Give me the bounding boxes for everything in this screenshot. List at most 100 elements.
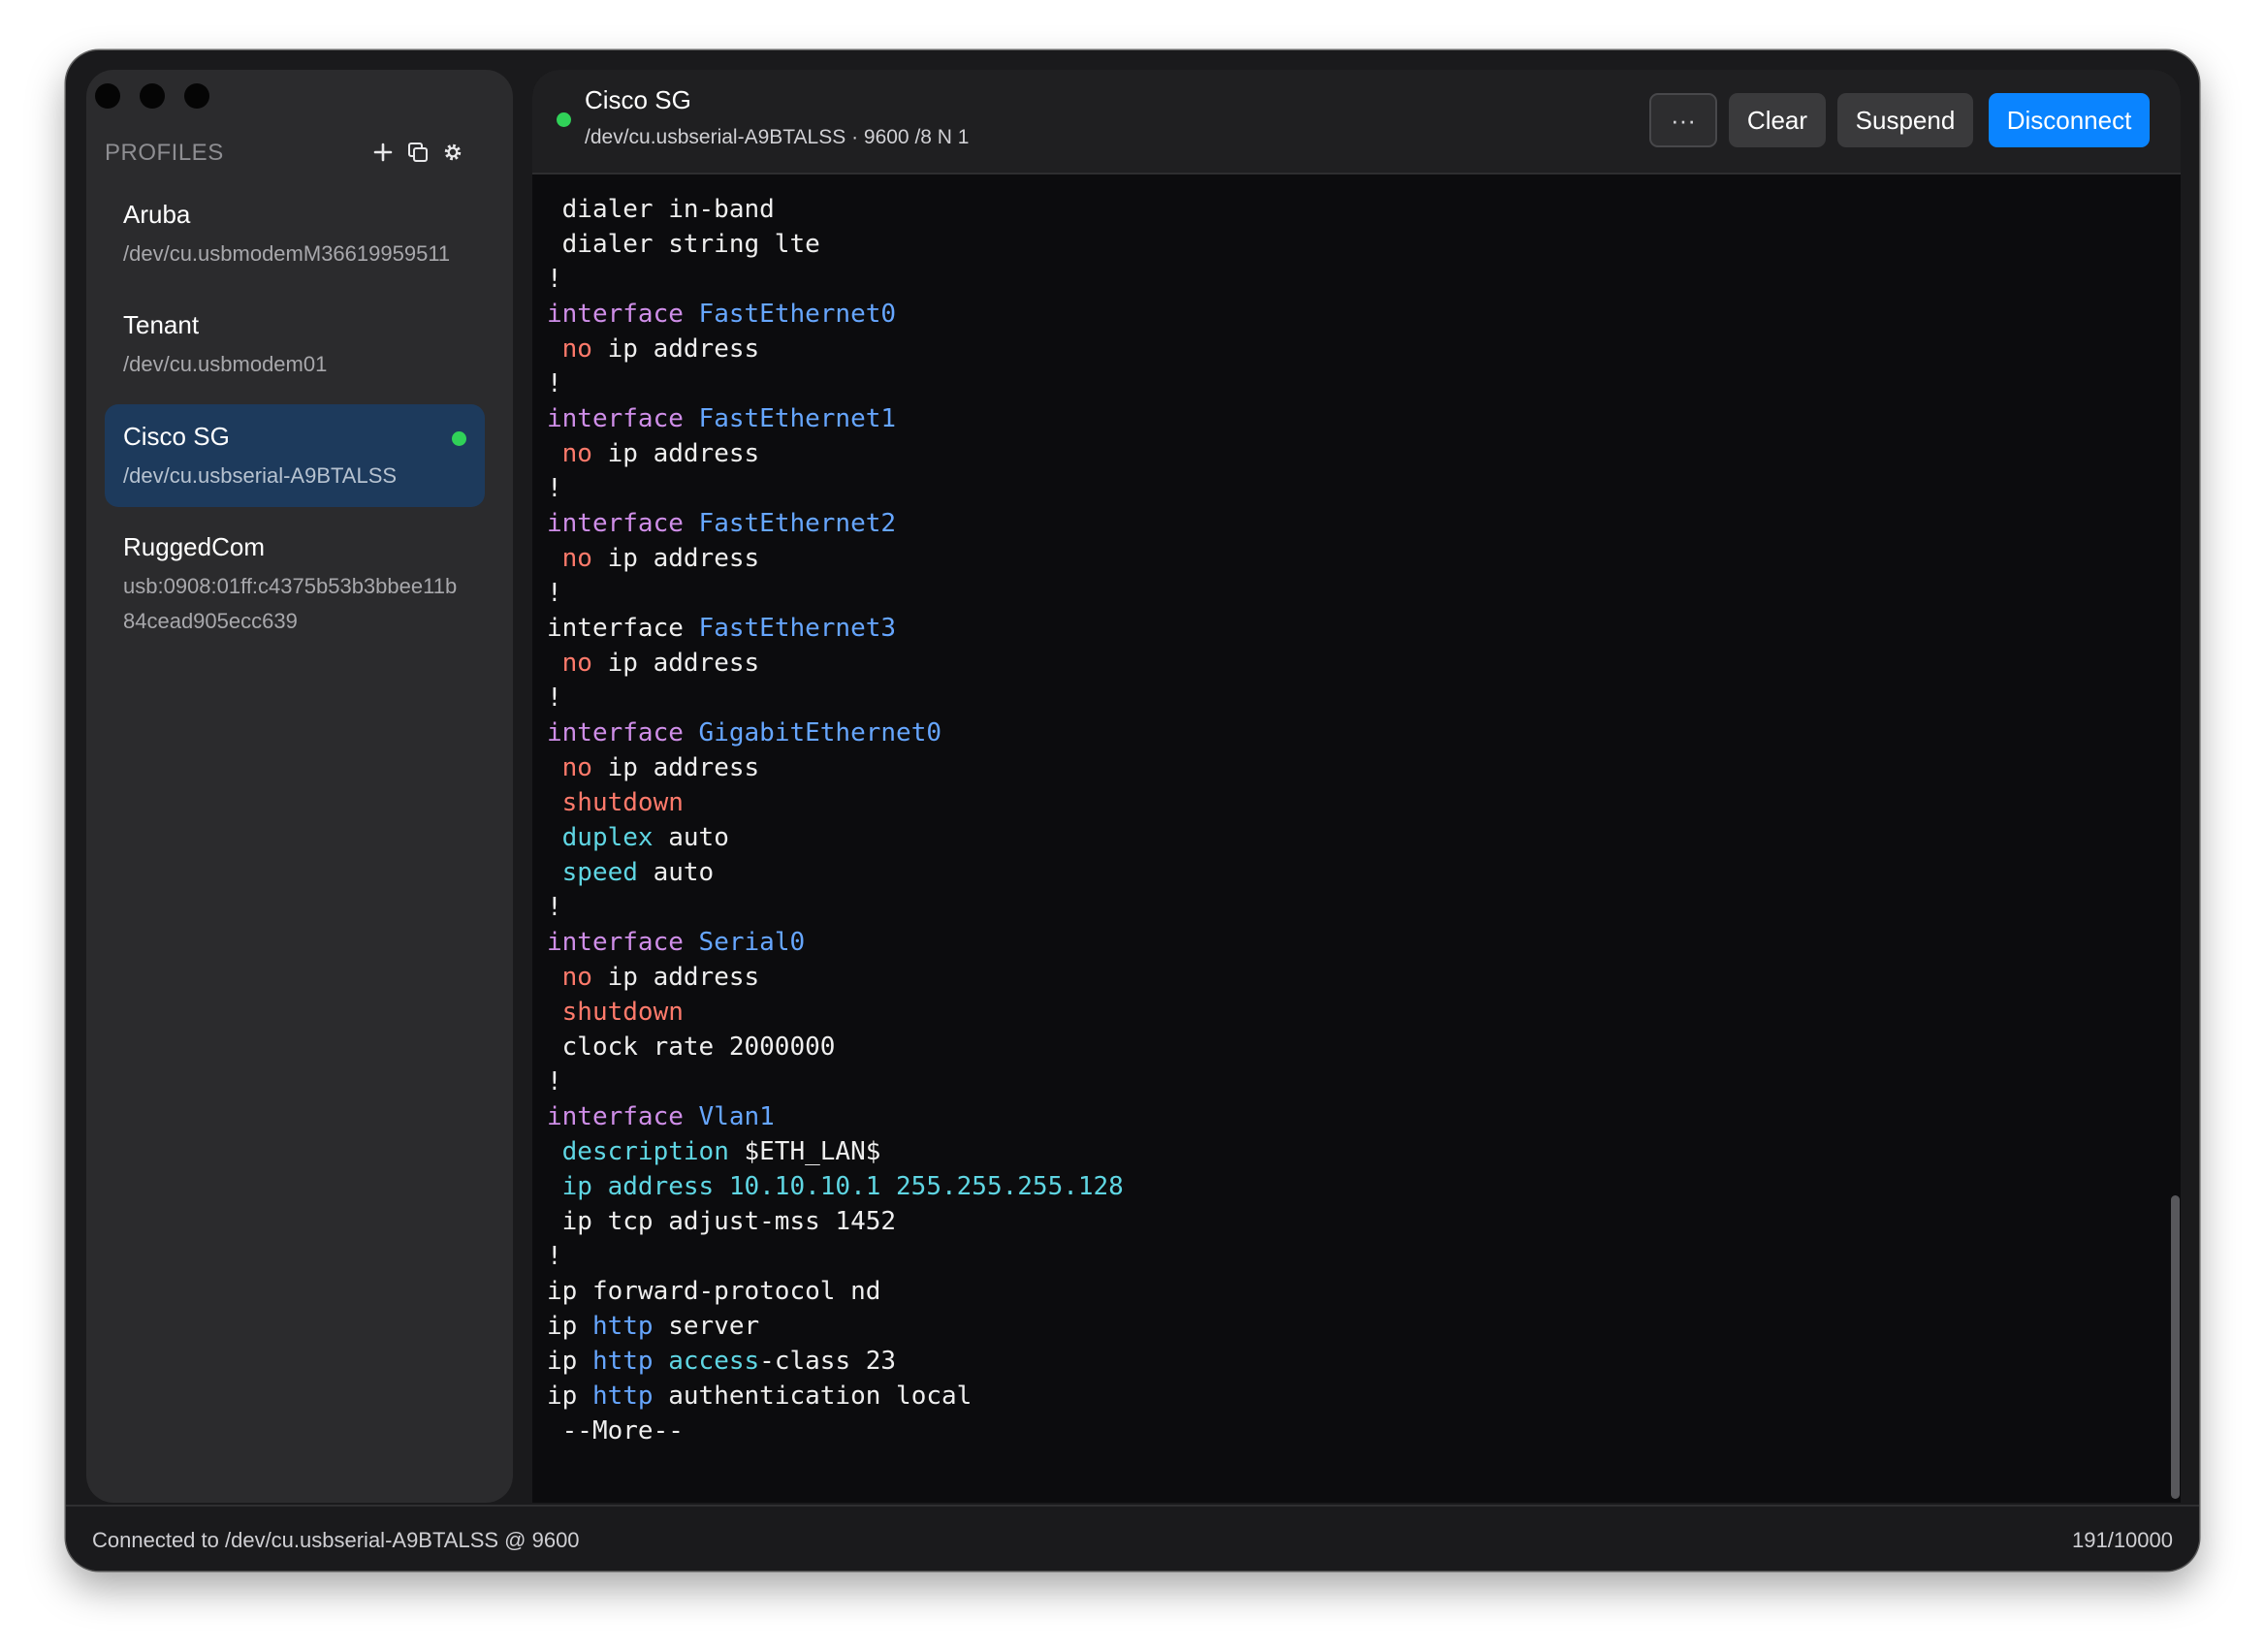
profiles-sidebar: PROFILES Aruba /dev/cu.usbmodemM36619959…	[86, 70, 513, 1503]
terminal-token: !	[547, 369, 562, 398]
terminal-token: ip address	[591, 544, 760, 573]
terminal-token: ip tcp adjust-mss 1452	[547, 1207, 897, 1236]
terminal-token: FastEthernet1	[698, 404, 897, 433]
terminal-line: !	[547, 471, 2156, 506]
terminal-line: interface FastEthernet2	[547, 506, 2156, 541]
terminal-token: Vlan1	[698, 1102, 775, 1131]
close-window-button[interactable]	[95, 83, 120, 109]
terminal-line: speed auto	[547, 855, 2156, 890]
terminal-token: shutdown	[561, 788, 684, 817]
terminal-line: interface FastEthernet1	[547, 401, 2156, 436]
terminal-token: FastEthernet0	[698, 300, 897, 329]
terminal-line: ip http authentication local	[547, 1379, 2156, 1414]
terminal-line: !	[547, 1239, 2156, 1274]
profile-item-tenant[interactable]: Tenant /dev/cu.usbmodem01	[105, 293, 485, 390]
terminal-token: interface	[547, 300, 684, 329]
buffer-line-count: 191/10000	[2072, 1528, 2173, 1552]
terminal-token: no	[561, 544, 592, 573]
terminal-token: interface	[547, 509, 684, 538]
zoom-window-button[interactable]	[184, 83, 209, 109]
profile-name: Cisco SG	[123, 422, 230, 451]
terminal-token: !	[547, 893, 562, 922]
terminal-scrollbar[interactable]	[2171, 1195, 2180, 1499]
connection-status-text: Connected to /dev/cu.usbserial-A9BTALSS …	[92, 1528, 580, 1552]
terminal-token: http	[591, 1382, 654, 1411]
terminal-line: duplex auto	[547, 820, 2156, 855]
profile-path: /dev/cu.usbserial-A9BTALSS	[123, 463, 398, 488]
clear-button[interactable]: Clear	[1729, 93, 1826, 147]
terminal-line: clock rate 2000000	[547, 1030, 2156, 1064]
terminal-token: dialer string lte	[547, 230, 820, 259]
terminal-token: http	[591, 1312, 654, 1341]
plus-icon[interactable]	[367, 136, 399, 169]
profile-path: /dev/cu.usbmodemM36619959511	[123, 241, 451, 266]
terminal-token: interface	[547, 404, 684, 433]
terminal-line: ip http server	[547, 1309, 2156, 1344]
terminal-token: interface	[547, 718, 684, 747]
terminal-token: server	[653, 1312, 760, 1341]
terminal-token: http	[591, 1347, 654, 1376]
terminal-line: no ip address	[547, 646, 2156, 681]
more-options-button[interactable]: ···	[1649, 93, 1717, 147]
profile-path: /dev/cu.usbmodem01	[123, 352, 328, 376]
terminal-line: interface FastEthernet0	[547, 297, 2156, 332]
terminal-token: interface	[547, 928, 684, 957]
terminal-line: no ip address	[547, 750, 2156, 785]
suspend-button[interactable]: Suspend	[1837, 93, 1973, 147]
terminal-line: shutdown	[547, 785, 2156, 820]
profile-item-aruba[interactable]: Aruba /dev/cu.usbmodemM36619959511	[105, 182, 485, 279]
terminal-token: !	[547, 1067, 562, 1096]
terminal-line: interface Serial0	[547, 925, 2156, 960]
terminal-token: !	[547, 265, 562, 294]
terminal-token: authentication local	[653, 1382, 973, 1411]
connected-status-dot	[452, 431, 466, 446]
terminal-token: clock rate 2000000	[547, 1032, 836, 1062]
copy-icon[interactable]	[401, 136, 434, 169]
terminal-line: !	[547, 262, 2156, 297]
terminal-token: no	[561, 753, 592, 782]
terminal-token: ip forward-protocol nd	[547, 1277, 881, 1306]
terminal-token: !	[547, 579, 562, 608]
terminal-line: dialer in-band	[547, 192, 2156, 227]
terminal-line: ip tcp adjust-mss 1452	[547, 1204, 2156, 1239]
terminal-line: description $ETH_LAN$	[547, 1134, 2156, 1169]
terminal-token: ip address	[591, 963, 760, 992]
terminal-token: no	[561, 649, 592, 678]
terminal-line: !	[547, 366, 2156, 401]
terminal-token: FastEthernet2	[698, 509, 897, 538]
profile-item-ruggedcom[interactable]: RuggedCom usb:0908:01ff:c4375b53b3bbee11…	[105, 515, 485, 641]
terminal-line: shutdown	[547, 995, 2156, 1030]
terminal-token: access	[668, 1347, 760, 1376]
terminal-line: no ip address	[547, 436, 2156, 471]
terminal-line: ip forward-protocol nd	[547, 1274, 2156, 1309]
terminal-output[interactable]: dialer in-band dialer string lte! interfa…	[547, 192, 2156, 1448]
disconnect-button[interactable]: Disconnect	[1989, 93, 2150, 147]
minimize-window-button[interactable]	[140, 83, 165, 109]
terminal-line: no ip address	[547, 541, 2156, 576]
terminal-token: !	[547, 474, 562, 503]
terminal-token: !	[547, 683, 562, 713]
terminal-line: --More--	[547, 1414, 2156, 1448]
terminal-line: ip address 10.10.10.1 255.255.255.128	[547, 1169, 2156, 1204]
terminal-token: auto	[653, 823, 729, 852]
terminal-line: !	[547, 890, 2156, 925]
gear-icon[interactable]	[436, 136, 469, 169]
terminal-token: speed	[561, 858, 638, 887]
terminal-token: !	[547, 1242, 562, 1271]
profile-item-cisco-sg[interactable]: Cisco SG /dev/cu.usbserial-A9BTALSS	[105, 404, 485, 507]
terminal-token: description	[561, 1137, 729, 1166]
window-controls	[95, 83, 209, 109]
terminal-token: auto	[637, 858, 715, 887]
terminal-panel: Cisco SG /dev/cu.usbserial-A9BTALSS · 96…	[532, 70, 2181, 1503]
